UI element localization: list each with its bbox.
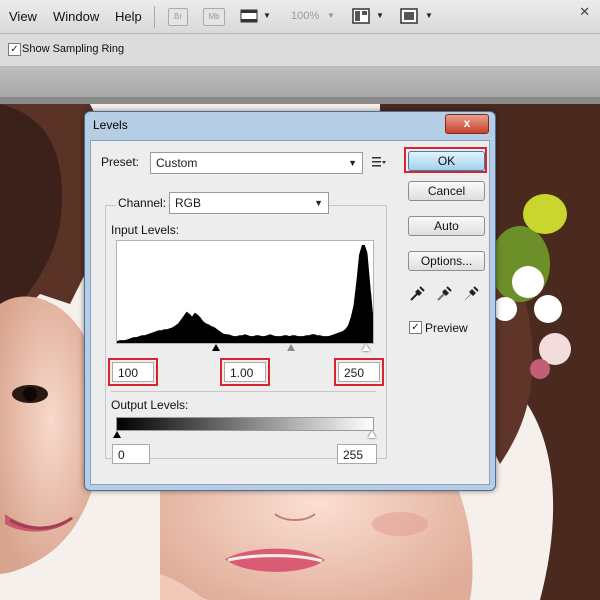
preview-checkbox[interactable]: ✓ xyxy=(409,321,422,334)
input-white-slider[interactable] xyxy=(362,344,370,351)
show-sampling-ring-label: Show Sampling Ring xyxy=(22,43,125,55)
input-black-slider[interactable] xyxy=(212,344,220,351)
chevron-down-icon: ▼ xyxy=(348,158,357,168)
dialog-close-button[interactable]: x xyxy=(445,114,489,134)
view-extras-icon[interactable] xyxy=(240,9,258,23)
menu-view[interactable]: View xyxy=(9,9,37,24)
chevron-down-icon[interactable]: ▼ xyxy=(263,11,271,20)
channel-label: Channel: xyxy=(116,196,169,210)
preset-select[interactable]: Custom ▼ xyxy=(150,152,363,174)
highlight-box xyxy=(334,358,384,386)
input-levels-label: Input Levels: xyxy=(111,223,180,237)
histogram-area xyxy=(117,245,373,343)
output-white-slider[interactable] xyxy=(368,431,376,438)
preview-label: Preview xyxy=(425,321,468,335)
highlight-box xyxy=(404,147,487,173)
mini-bridge-button[interactable]: Mb xyxy=(203,8,225,26)
output-gradient-bar xyxy=(116,417,374,431)
input-gamma-slider[interactable] xyxy=(287,344,295,351)
arrange-documents-icon[interactable] xyxy=(352,8,370,24)
close-icon: x xyxy=(463,116,471,130)
channel-select[interactable]: RGB ▼ xyxy=(169,192,329,214)
chevron-down-icon: ▼ xyxy=(314,198,323,208)
preset-label: Preset: xyxy=(101,155,140,169)
toolbar-separator xyxy=(154,6,155,28)
dialog-title: Levels xyxy=(93,118,128,132)
screen-mode-icon[interactable] xyxy=(400,8,418,24)
divider xyxy=(111,391,376,392)
preset-options-icon[interactable] xyxy=(372,156,386,168)
highlight-box xyxy=(108,358,158,386)
options-bar: ✓ Show Sampling Ring xyxy=(0,34,600,67)
menu-window[interactable]: Window xyxy=(53,9,99,24)
zoom-level[interactable]: 100% xyxy=(291,10,319,22)
auto-button[interactable]: Auto xyxy=(408,216,485,236)
menu-bar: View Window Help Br Mb ▼ 100% ▼ ▼ ▼ ✕ xyxy=(0,0,600,34)
chevron-down-icon[interactable]: ▼ xyxy=(425,11,433,20)
highlight-box xyxy=(220,358,270,386)
output-black-slider[interactable] xyxy=(113,431,121,438)
menu-help[interactable]: Help xyxy=(115,9,142,24)
cancel-button[interactable]: Cancel xyxy=(408,181,485,201)
chevron-down-icon[interactable]: ▼ xyxy=(376,11,384,20)
options-button[interactable]: Options... xyxy=(408,251,485,271)
gray-eyedropper-icon[interactable] xyxy=(436,286,452,302)
document-tab-strip xyxy=(0,67,600,98)
output-white-field[interactable]: 255 xyxy=(337,444,377,464)
preset-value: Custom xyxy=(156,156,198,170)
close-icon[interactable]: ✕ xyxy=(579,4,590,20)
dialog-body: Preset: Custom ▼ Channel: RGB ▼ Input Le… xyxy=(90,140,490,485)
black-eyedropper-icon[interactable] xyxy=(409,286,425,302)
histogram xyxy=(116,240,374,344)
histogram-chart xyxy=(117,245,373,343)
show-sampling-ring-checkbox[interactable]: ✓ xyxy=(8,43,21,56)
levels-dialog: Levels x Preset: Custom ▼ Channel: RGB ▼… xyxy=(84,111,496,491)
chevron-down-icon: ▼ xyxy=(327,11,335,20)
channel-value: RGB xyxy=(175,196,202,210)
bridge-button[interactable]: Br xyxy=(168,8,188,26)
white-eyedropper-icon[interactable] xyxy=(463,286,479,302)
output-levels-label: Output Levels: xyxy=(111,398,189,412)
output-black-field[interactable]: 0 xyxy=(112,444,150,464)
